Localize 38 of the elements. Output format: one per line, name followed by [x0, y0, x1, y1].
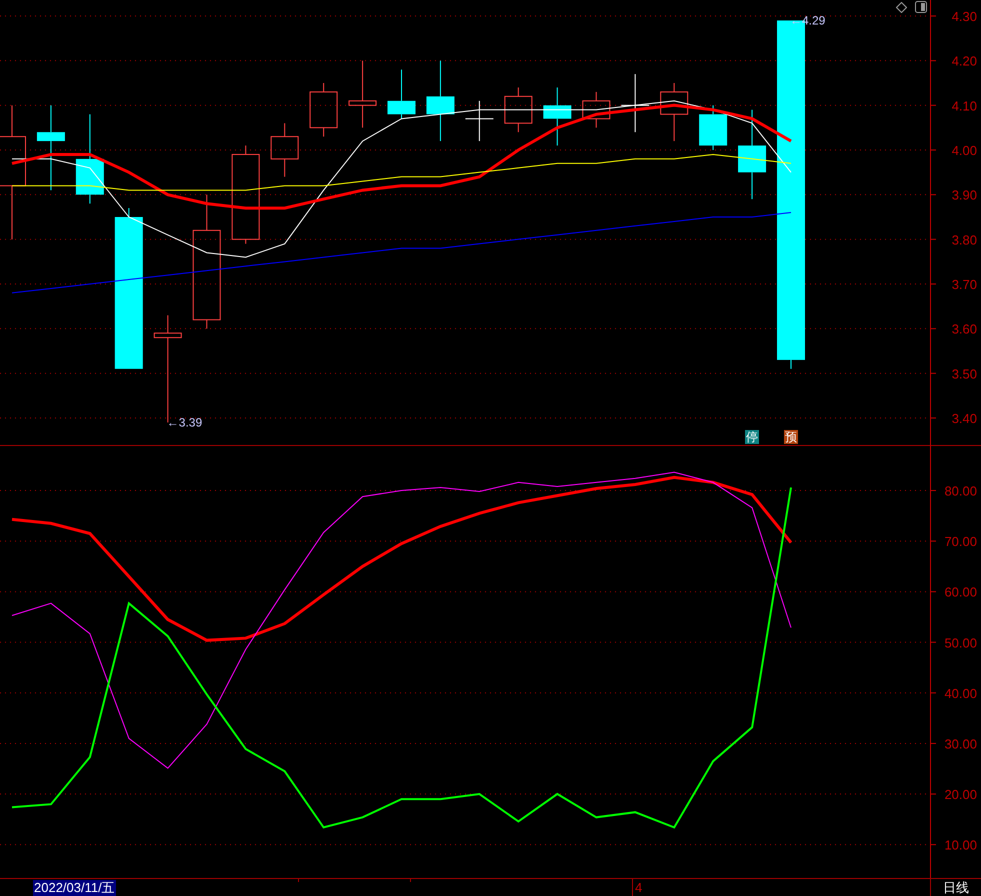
axis-marker: 4 — [635, 880, 642, 896]
price-label: ←4.29 — [790, 13, 826, 28]
axis-label: 50.00 — [944, 635, 977, 650]
candlestick — [348, 60, 377, 128]
candlestick — [388, 69, 416, 120]
candlestick — [310, 82, 338, 138]
axis-label: 70.00 — [944, 534, 977, 550]
candlestick — [660, 82, 688, 142]
axis-label: 3.50 — [952, 366, 977, 382]
axis-label: 3.60 — [952, 322, 977, 337]
price-label: ←3.39 — [166, 415, 202, 430]
axis-label: 40.00 — [944, 686, 977, 701]
signal-badge: 停 — [745, 430, 760, 444]
diamond-icon[interactable] — [896, 2, 907, 13]
panel-toggle-icon[interactable] — [915, 1, 927, 13]
candlestick — [543, 86, 572, 146]
axis-label: 4.00 — [952, 143, 977, 158]
axis-label: 10.00 — [944, 838, 977, 853]
signal-badge: 预 — [784, 430, 798, 444]
axis-label: 60.00 — [944, 584, 977, 600]
candlestick — [504, 86, 532, 133]
candlestick — [699, 104, 728, 150]
axis-label: 3.80 — [952, 232, 977, 248]
axis-label: 30.00 — [944, 736, 977, 752]
axis-label: 3.40 — [952, 411, 977, 426]
date-label: 2022/03/11/五 — [33, 880, 116, 896]
axis-label: 3.90 — [952, 188, 977, 203]
candlestick — [582, 91, 610, 128]
axis-label: 4.20 — [952, 54, 977, 69]
period-button[interactable]: 日线 — [930, 879, 981, 896]
axis-label: 3.70 — [952, 277, 977, 292]
candlestick — [620, 74, 650, 133]
axis-label: 80.00 — [944, 484, 977, 499]
candlestick — [270, 122, 299, 178]
candlestick — [464, 100, 494, 142]
axis-label: 4.30 — [952, 9, 977, 24]
axis-label: 4.10 — [952, 98, 977, 114]
axis-label: 20.00 — [944, 787, 977, 802]
